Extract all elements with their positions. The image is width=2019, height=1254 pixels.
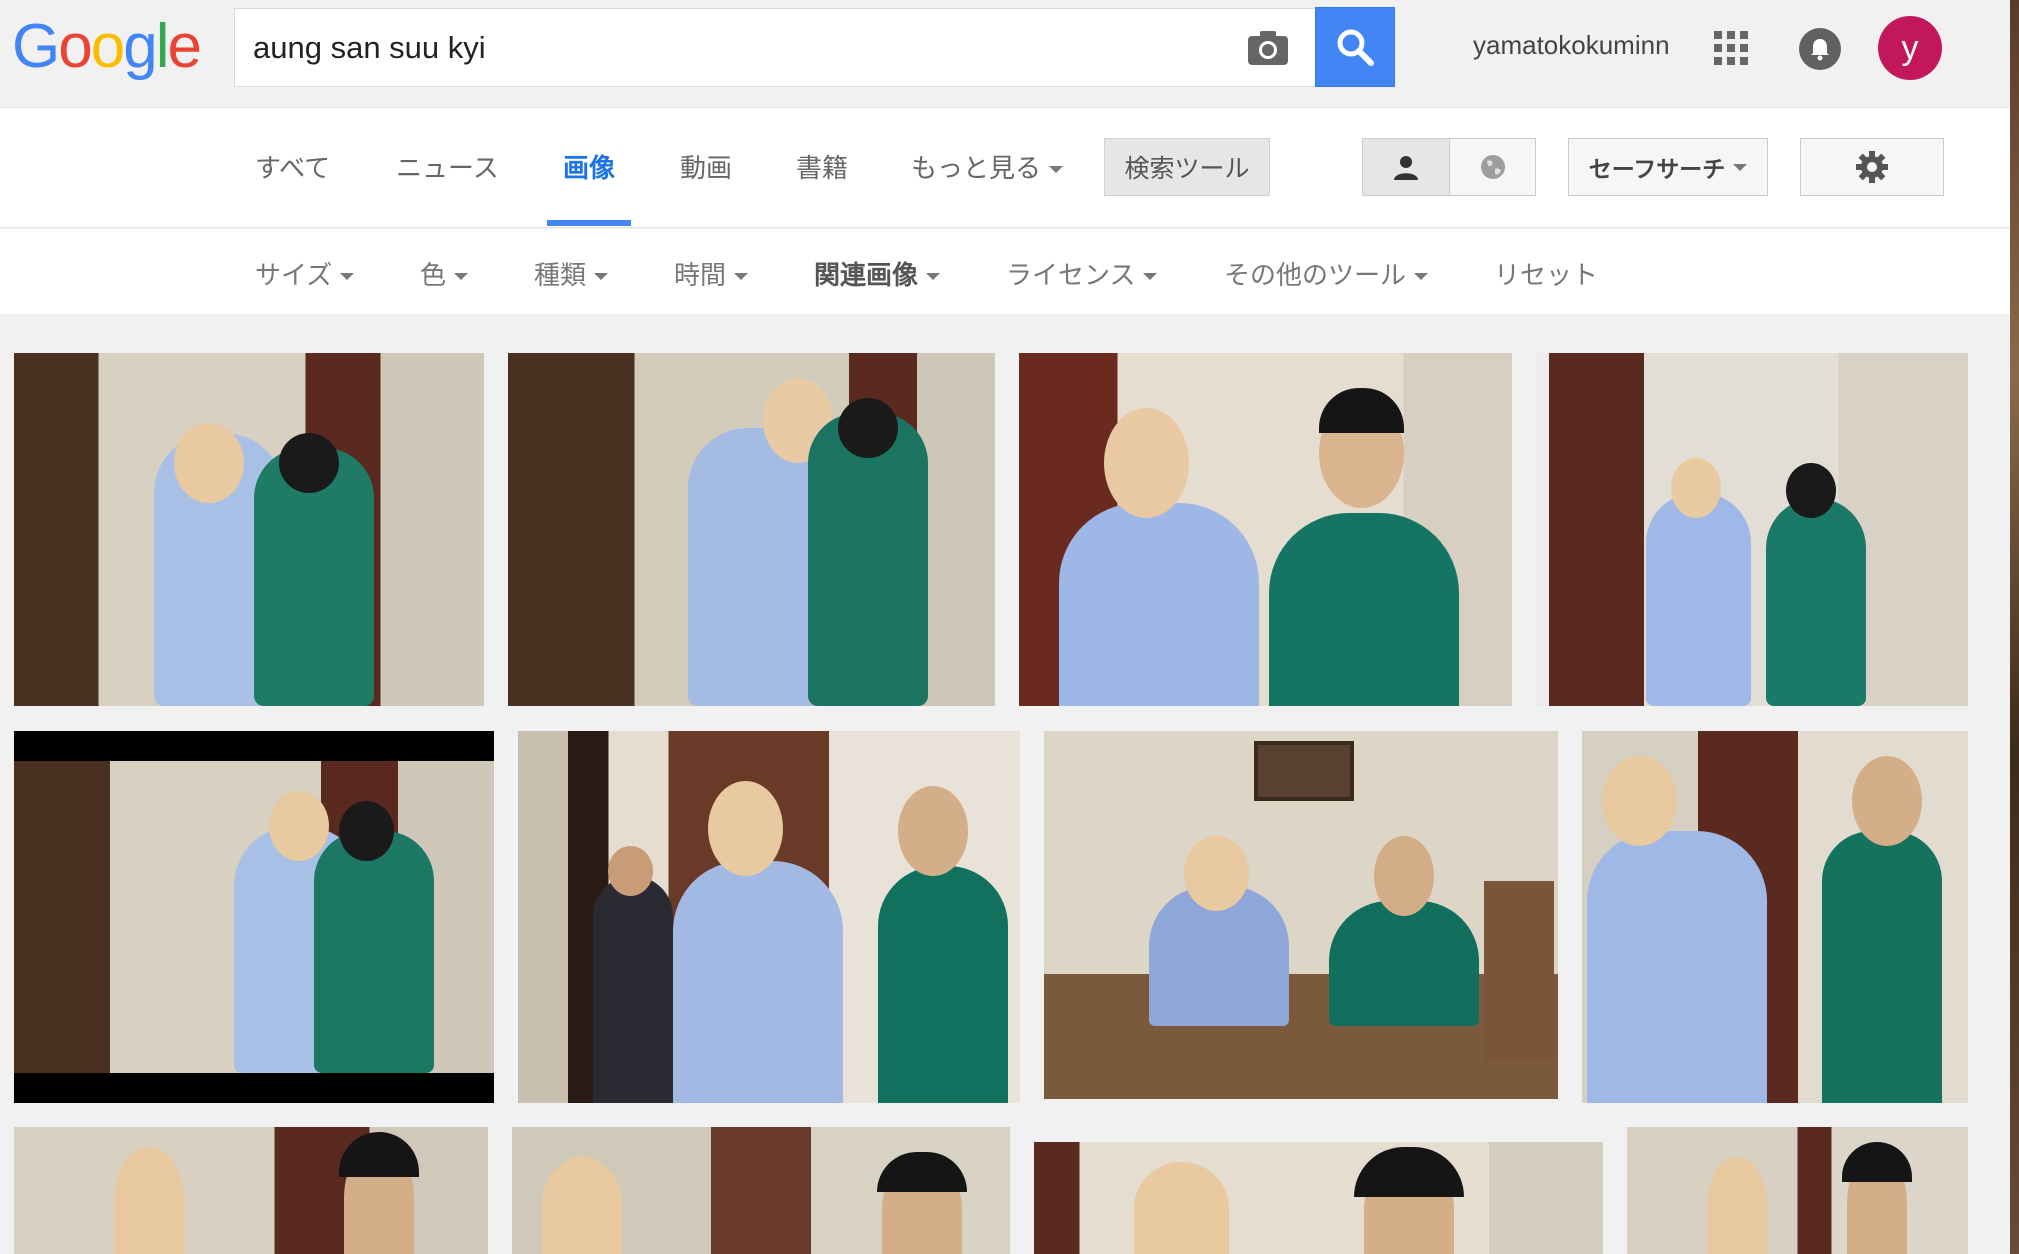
tab-all[interactable]: すべて: [255, 148, 330, 185]
chevron-down-icon: [1049, 166, 1064, 173]
image-result-9[interactable]: [14, 1127, 488, 1254]
safesearch-button[interactable]: セーフサーチ: [1568, 138, 1768, 196]
image-result-10[interactable]: [512, 1127, 1010, 1254]
notifications-bell-icon[interactable]: [1799, 28, 1841, 70]
image-tools-bar: サイズ 色 種類 時間 関連画像 ライセンス その他のツール リセット: [0, 229, 2010, 315]
logo-letter: g: [123, 12, 158, 81]
top-bar: Google yamatokokuminn: [0, 0, 2010, 108]
tab-more[interactable]: もっと見る: [911, 148, 1064, 185]
search-nav-bar: すべて ニュース 画像 動画 書籍 もっと見る 検索ツール セーフサーチ: [0, 108, 2010, 228]
chevron-down-icon: [1414, 273, 1429, 280]
chevron-down-icon: [1733, 163, 1748, 171]
tool-label: 時間: [674, 261, 727, 291]
image-result-8[interactable]: [1582, 731, 1968, 1103]
image-result-7[interactable]: [1044, 731, 1558, 1099]
logo-letter: G: [12, 12, 60, 81]
tool-color[interactable]: 色: [420, 255, 469, 292]
image-result-12[interactable]: [1627, 1127, 1968, 1254]
image-result-5[interactable]: [14, 731, 494, 1103]
image-result-1[interactable]: [14, 353, 484, 706]
logo-letter: o: [58, 12, 93, 81]
image-result-6[interactable]: [518, 731, 1020, 1103]
chevron-down-icon: [1143, 273, 1158, 280]
active-tab-indicator: [547, 220, 631, 226]
search-tools-button[interactable]: 検索ツール: [1104, 138, 1270, 196]
camera-icon[interactable]: [1245, 27, 1291, 69]
chevron-down-icon: [926, 273, 941, 280]
logo-letter: e: [167, 12, 202, 81]
tool-label: 色: [420, 261, 447, 291]
tab-videos[interactable]: 動画: [680, 148, 732, 185]
tab-more-label: もっと見る: [911, 154, 1042, 184]
chevron-down-icon: [734, 273, 749, 280]
search-box: [234, 8, 1316, 87]
search-icon: [1337, 29, 1374, 66]
chevron-down-icon: [454, 273, 469, 280]
safesearch-label: セーフサーチ: [1588, 157, 1726, 183]
tool-more-tools[interactable]: その他のツール: [1224, 255, 1429, 292]
image-result-11[interactable]: [1034, 1142, 1603, 1254]
search-button[interactable]: [1315, 7, 1395, 87]
tool-label: 種類: [534, 261, 587, 291]
google-logo[interactable]: Google: [12, 12, 202, 82]
account-username[interactable]: yamatokokuminn: [1473, 30, 1670, 61]
tab-images[interactable]: 画像: [563, 148, 615, 185]
tool-license[interactable]: ライセンス: [1006, 255, 1158, 292]
apps-grid-icon[interactable]: [1714, 31, 1748, 65]
tool-label: ライセンス: [1006, 261, 1136, 291]
globe-icon: [1480, 155, 1505, 179]
chevron-down-icon: [340, 273, 355, 280]
logo-letter: o: [90, 12, 126, 81]
image-result-3[interactable]: [1019, 353, 1512, 706]
image-results-grid: [0, 316, 2010, 1254]
logo-letter: l: [155, 12, 170, 81]
tool-label: サイズ: [255, 261, 333, 291]
tab-news[interactable]: ニュース: [396, 148, 499, 185]
tool-time[interactable]: 時間: [674, 255, 749, 292]
window-edge: [2010, 0, 2019, 1254]
tool-label: その他のツール: [1224, 261, 1407, 291]
page: Google yamatokokuminn: [0, 0, 2019, 1254]
tool-reset[interactable]: リセット: [1494, 255, 1598, 292]
search-input[interactable]: [253, 9, 1233, 86]
image-result-4[interactable]: [1536, 353, 1968, 706]
tool-label: 関連画像: [814, 261, 919, 291]
chevron-down-icon: [594, 273, 609, 280]
tool-type[interactable]: 種類: [534, 255, 609, 292]
image-result-2[interactable]: [508, 353, 995, 706]
tab-books[interactable]: 書籍: [796, 148, 848, 185]
person-icon: [1394, 156, 1418, 180]
personal-results-button[interactable]: [1362, 138, 1450, 196]
hide-personal-results-button[interactable]: [1449, 138, 1536, 196]
settings-button[interactable]: [1800, 138, 1944, 196]
gear-icon: [1856, 151, 1888, 183]
tool-size[interactable]: サイズ: [255, 255, 355, 292]
account-avatar[interactable]: y: [1878, 16, 1942, 80]
tool-related-images[interactable]: 関連画像: [814, 255, 941, 292]
